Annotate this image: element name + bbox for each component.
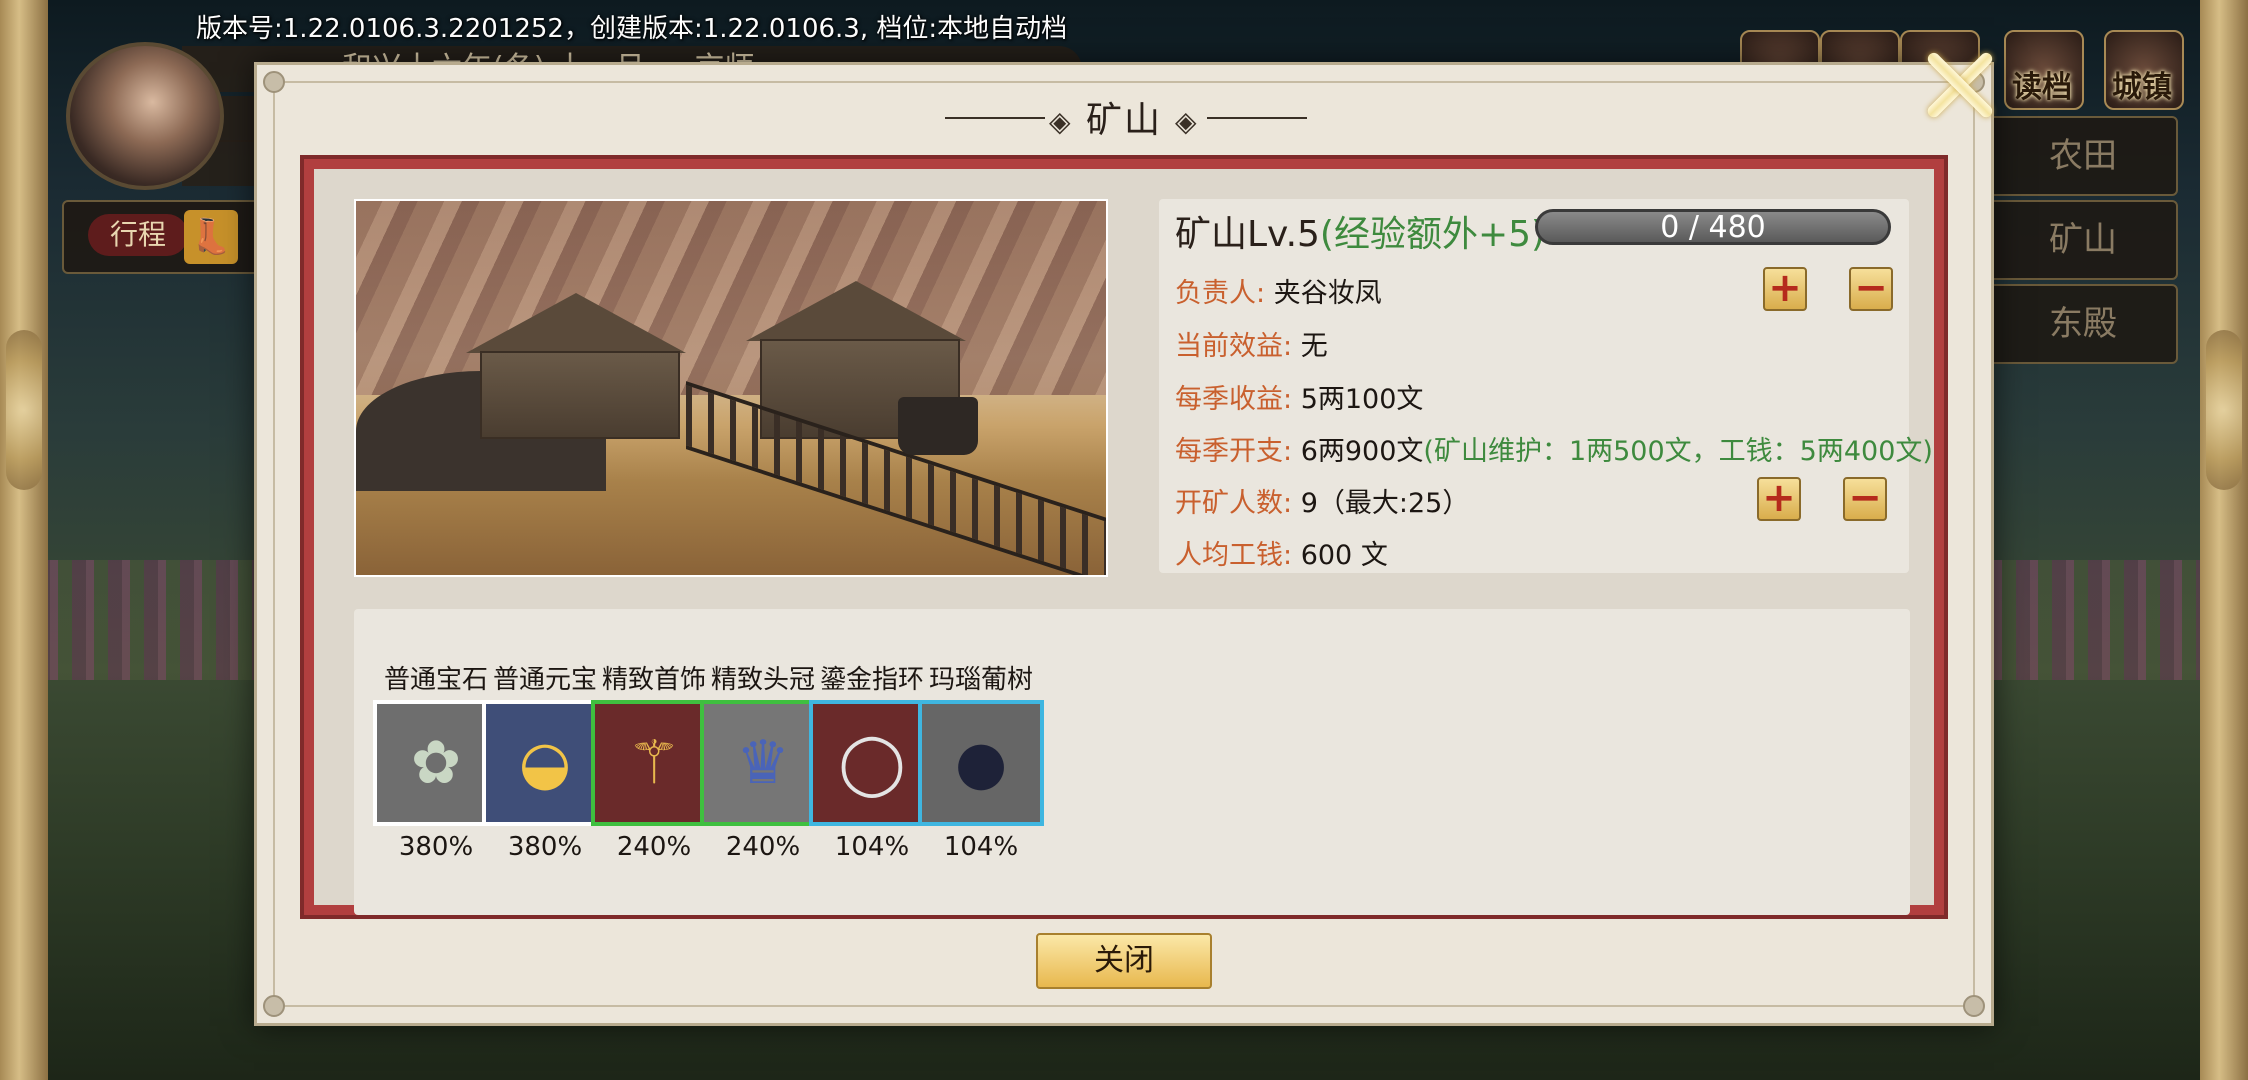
warehouse-left-shape <box>480 351 680 439</box>
load-game-button[interactable]: 读档 <box>2004 30 2084 110</box>
output-items-panel: 普通宝石 ✿ 380% 普通元宝 ◒ 380% 精致首饰 ⚚ 240% 精致头冠… <box>354 609 1910 915</box>
title-diamond-right-icon: ◈ <box>1175 105 1197 138</box>
content-frame: 矿山Lv.5(经验额外+5) 0 / 480 负责人: 夹谷妆凤 + − 当前效… <box>300 155 1948 919</box>
manager-plus-button[interactable]: + <box>1763 267 1807 311</box>
roof-right-shape <box>746 281 966 341</box>
manager-minus-button[interactable]: − <box>1849 267 1893 311</box>
trip-panel: 行程 👢 <box>62 200 266 274</box>
side-menu-mine[interactable]: 矿山 <box>1988 200 2178 280</box>
income-row: 每季收益: 5两100文 <box>1175 377 1423 416</box>
manager-label: 负责人: <box>1175 278 1266 309</box>
miners-minus-button[interactable]: − <box>1843 477 1887 521</box>
wage-row: 人均工钱: 600 文 <box>1175 533 1388 572</box>
close-icon[interactable] <box>1920 46 1996 122</box>
title-line-right <box>1207 117 1307 119</box>
expense-value: 6两900文 <box>1300 436 1424 467</box>
close-button[interactable]: 关闭 <box>1036 933 1212 989</box>
load-game-label: 读档 <box>2012 70 2072 105</box>
town-label: 城镇 <box>2112 70 2172 105</box>
wage-value: 600 文 <box>1300 540 1388 571</box>
side-menu-farmland[interactable]: 农田 <box>1988 116 2178 196</box>
mine-cart-shape <box>898 397 978 455</box>
dialog-title: 矿山 <box>1085 100 1162 141</box>
item-slot[interactable]: 玛瑙葡树 ● 104% <box>915 659 1047 862</box>
exp-progress-bar: 0 / 480 <box>1535 209 1891 245</box>
wage-label: 人均工钱: <box>1175 540 1293 571</box>
right-frame-ornament <box>2200 0 2248 1080</box>
miners-plus-button[interactable]: + <box>1757 477 1801 521</box>
corner-ornament <box>263 71 285 93</box>
miners-value: 9（最大:25） <box>1300 488 1470 519</box>
corner-ornament <box>1963 995 1985 1017</box>
manager-value: 夹谷妆凤 <box>1273 278 1382 309</box>
content-area: 矿山Lv.5(经验额外+5) 0 / 480 负责人: 夹谷妆凤 + − 当前效… <box>314 169 1934 915</box>
manager-row: 负责人: 夹谷妆凤 <box>1175 271 1382 310</box>
effect-value: 无 <box>1300 331 1328 362</box>
mine-scene-image <box>354 199 1108 577</box>
boot-icon[interactable]: 👢 <box>184 210 238 264</box>
mine-level-text: 矿山Lv.5 <box>1175 214 1320 255</box>
trip-button[interactable]: 行程 <box>88 214 188 256</box>
effect-label: 当前效益: <box>1175 331 1293 362</box>
roof-left-shape <box>466 293 686 353</box>
corner-ornament <box>263 995 285 1017</box>
agate-pendant-icon[interactable]: ● <box>918 700 1044 826</box>
left-frame-ornament <box>0 0 48 1080</box>
exp-bonus-text: (经验额外+5) <box>1319 214 1546 255</box>
item-percent: 104% <box>943 832 1019 862</box>
effect-row: 当前效益: 无 <box>1175 324 1328 363</box>
item-name: 玛瑙葡树 <box>928 665 1033 695</box>
expense-label: 每季开支: <box>1175 436 1293 467</box>
mine-info-panel: 矿山Lv.5(经验额外+5) 0 / 480 负责人: 夹谷妆凤 + − 当前效… <box>1159 199 1933 573</box>
miners-label: 开矿人数: <box>1175 488 1293 519</box>
mine-level-title: 矿山Lv.5(经验额外+5) <box>1175 205 1545 257</box>
income-label: 每季收益: <box>1175 384 1293 415</box>
version-info: 版本号:1.22.0106.3.2201252，创建版本:1.22.0106.3… <box>196 14 1068 44</box>
expense-detail: (矿山维护：1两500文，工钱：5两400文) <box>1423 436 1933 467</box>
expense-row: 每季开支: 6两900文(矿山维护：1两500文，工钱：5两400文) <box>1175 429 1933 468</box>
income-value: 5两100文 <box>1300 384 1424 415</box>
town-button[interactable]: 城镇 <box>2104 30 2184 110</box>
player-avatar[interactable] <box>66 42 224 190</box>
mine-dialog: ◈ 矿山 ◈ 矿山Lv.5(经验额外+5) 0 / 480 负责人: 夹谷妆凤 … <box>254 62 1994 1026</box>
side-menu-east-hall[interactable]: 东殿 <box>1988 284 2178 364</box>
miners-row: 开矿人数: 9（最大:25） <box>1175 481 1469 520</box>
